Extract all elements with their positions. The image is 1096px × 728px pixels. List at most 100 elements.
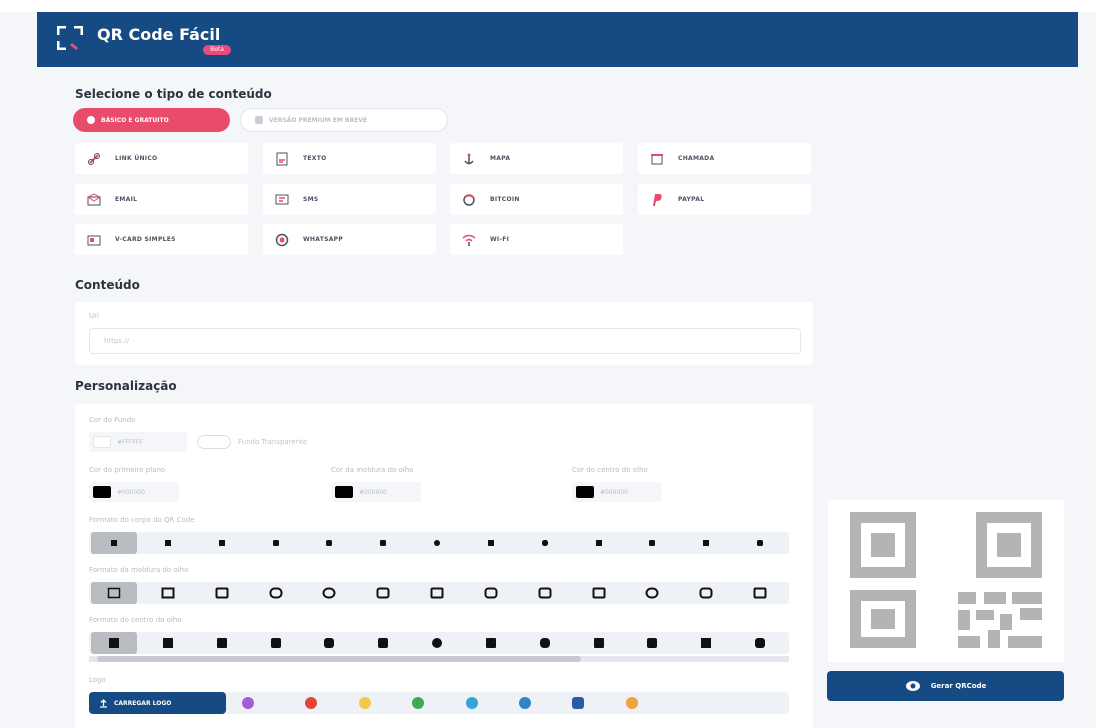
body-shape-icon (595, 540, 602, 546)
center-shape-option[interactable] (306, 632, 352, 654)
frame-shape-option[interactable] (360, 582, 406, 604)
frame-shape-option[interactable] (683, 582, 729, 604)
type-whatsapp[interactable]: WHATSAPP (263, 224, 436, 255)
center-shape-icon (270, 638, 281, 648)
center-shape-option[interactable] (199, 632, 245, 654)
type-wifi[interactable]: WI-FI (450, 224, 623, 255)
transparent-toggle[interactable] (197, 435, 231, 449)
body-shape-option[interactable] (468, 532, 514, 554)
center-shape-option[interactable] (253, 632, 299, 654)
eye-frame-shape-options (89, 582, 789, 604)
type-paypal[interactable]: PAYPAL (638, 184, 811, 215)
bg-color-picker[interactable]: #FFFFFF (89, 432, 187, 452)
type-text[interactable]: TEXTO (263, 143, 436, 174)
frame-shape-option[interactable] (306, 582, 352, 604)
bitcoin-icon (463, 193, 475, 206)
content-title: Conteúdo (75, 278, 140, 292)
body-shape-option[interactable] (360, 532, 406, 554)
frame-shape-icon (699, 587, 713, 599)
url-input[interactable]: https:// (89, 328, 801, 354)
body-shape-option[interactable] (414, 532, 460, 554)
frame-shape-icon (484, 587, 498, 599)
center-shape-option[interactable] (629, 632, 675, 654)
body-shape-option[interactable] (522, 532, 568, 554)
center-shape-option[interactable] (737, 632, 783, 654)
eye-center-scrollbar[interactable] (89, 656, 789, 662)
smile-icon[interactable] (359, 697, 371, 709)
eye-frame-color-picker[interactable]: #000000 (331, 482, 421, 502)
generate-qrcode-button[interactable]: Gerar QRCode (827, 671, 1064, 701)
center-shape-option[interactable] (522, 632, 568, 654)
frame-shape-option[interactable] (629, 582, 675, 604)
center-shape-icon (755, 638, 766, 648)
phone-icon (651, 153, 663, 164)
center-shape-option[interactable] (91, 632, 137, 654)
type-vcard[interactable]: V-CARD SIMPLES (75, 224, 248, 255)
body-shape-option[interactable] (199, 532, 245, 554)
link-icon (88, 152, 100, 165)
type-bitcoin[interactable]: BITCOIN (450, 184, 623, 215)
type-map[interactable]: MAPA (450, 143, 623, 174)
bg-color-label: Cor do Fundo (89, 416, 136, 424)
body-shape-option[interactable] (683, 532, 729, 554)
frame-shape-option[interactable] (91, 582, 137, 604)
upload-logo-label: CARREGAR LOGO (114, 699, 172, 707)
facebook-messenger-icon[interactable] (242, 697, 254, 709)
frame-shape-option[interactable] (145, 582, 191, 604)
eye-icon (905, 681, 920, 691)
content-panel: Url https:// (75, 302, 813, 365)
center-shape-option[interactable] (576, 632, 622, 654)
type-email[interactable]: EMAIL (75, 184, 248, 215)
bitcoin-logo-icon[interactable] (626, 697, 638, 709)
body-shape-options (89, 532, 789, 554)
tab-premium[interactable]: VERSÃO PREMIUM EM BREVE (240, 108, 448, 132)
frame-shape-option[interactable] (199, 582, 245, 604)
eye-center-color-swatch (576, 486, 594, 498)
body-shape-option[interactable] (629, 532, 675, 554)
frame-shape-option[interactable] (737, 582, 783, 604)
telegram-icon[interactable] (466, 697, 478, 709)
user-icon[interactable] (572, 697, 584, 709)
frame-shape-option[interactable] (522, 582, 568, 604)
center-shape-option[interactable] (360, 632, 406, 654)
qr-logo-icon (57, 26, 83, 50)
center-shape-option[interactable] (145, 632, 191, 654)
body-shape-icon (326, 540, 333, 546)
type-link[interactable]: LINK ÚNICO (75, 143, 248, 174)
frame-shape-icon (107, 587, 121, 599)
frame-shape-option[interactable] (414, 582, 460, 604)
body-shape-option[interactable] (737, 532, 783, 554)
youtube-icon[interactable] (305, 697, 317, 709)
fg-color-picker[interactable]: #000000 (89, 482, 179, 502)
eye-frame-color-value: #000000 (359, 488, 387, 496)
tab-basic-label: BÁSICO E GRATUITO (101, 116, 169, 124)
center-shape-option[interactable] (683, 632, 729, 654)
body-shape-option[interactable] (306, 532, 352, 554)
center-shape-icon (647, 638, 658, 648)
body-shape-icon (111, 540, 117, 546)
body-shape-option[interactable] (253, 532, 299, 554)
type-sms[interactable]: SMS (263, 184, 436, 215)
whatsapp-logo-icon[interactable] (412, 697, 424, 709)
scrollbar-thumb[interactable] (97, 656, 581, 662)
frame-shape-option[interactable] (468, 582, 514, 604)
upload-logo-button[interactable]: CARREGAR LOGO (89, 692, 226, 714)
body-shape-option[interactable] (145, 532, 191, 554)
paypal-icon (653, 193, 662, 206)
bg-color-swatch (93, 436, 111, 448)
type-call[interactable]: CHAMADA (638, 143, 811, 174)
skype-icon[interactable] (519, 697, 531, 709)
center-shape-option[interactable] (414, 632, 460, 654)
body-shape-icon (380, 540, 387, 546)
type-bitcoin-label: BITCOIN (490, 196, 520, 203)
center-shape-option[interactable] (468, 632, 514, 654)
logo-options: CARREGAR LOGO (89, 692, 789, 714)
frame-shape-option[interactable] (253, 582, 299, 604)
url-label: Url (89, 312, 99, 320)
body-shape-option[interactable] (91, 532, 137, 554)
body-shape-option[interactable] (576, 532, 622, 554)
frame-shape-option[interactable] (576, 582, 622, 604)
bg-color-value: #FFFFFF (117, 438, 143, 446)
eye-center-color-picker[interactable]: #000000 (572, 482, 662, 502)
tab-basic[interactable]: BÁSICO E GRATUITO (73, 108, 230, 132)
